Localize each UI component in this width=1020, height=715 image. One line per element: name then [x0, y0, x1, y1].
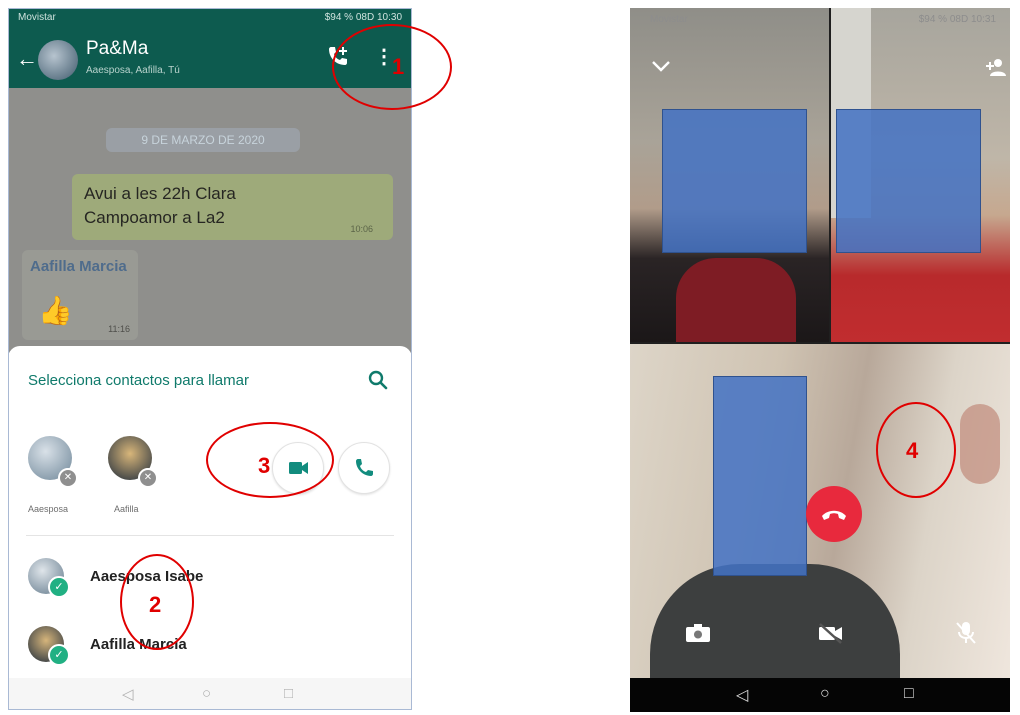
carrier-label: Movistar	[18, 12, 56, 23]
carrier-label: Movistar	[650, 14, 688, 25]
check-icon: ✓	[48, 576, 70, 598]
back-arrow-icon[interactable]: ←	[16, 46, 38, 72]
chat-messages: 9 DE MARZO DE 2020 Avui a les 22h Clara …	[8, 88, 412, 350]
nav-back-icon[interactable]: ◁	[122, 685, 134, 703]
face-redaction-box	[713, 376, 807, 576]
message-sender: Aafilla Marcia	[30, 258, 127, 275]
message-time: 11:16	[108, 324, 130, 334]
contact-list-item[interactable]: ✓ Aafilla Marcia	[8, 618, 412, 666]
shirt	[676, 258, 796, 342]
message-time: 10:06	[350, 224, 373, 234]
selected-contact-name: Aafilla	[114, 504, 139, 514]
annotation-number-3: 3	[258, 453, 271, 478]
status-bar: Movistar $94 % 08D 10:31	[630, 8, 1010, 28]
thumbs-up-icon: 👍	[38, 295, 73, 326]
check-icon: ✓	[48, 644, 70, 666]
switch-camera-icon[interactable]	[684, 622, 712, 644]
contact-list-item[interactable]: ✓ Aaesposa Isabe	[8, 550, 412, 598]
chevron-down-icon[interactable]	[650, 58, 672, 74]
face-redaction-box	[836, 109, 981, 253]
date-chip: 9 DE MARZO DE 2020	[106, 128, 300, 152]
message-line-2: Campoamor a La2	[84, 208, 225, 227]
sheet-title: Selecciona contactos para llamar	[28, 372, 249, 389]
nav-home-icon[interactable]: ○	[202, 685, 211, 702]
status-right: $94 % 08D 10:31	[918, 14, 996, 25]
annotation-number-1: 1	[392, 54, 405, 79]
face-redaction-box	[662, 109, 807, 253]
status-right: $94 % 08D 10:30	[324, 12, 402, 23]
outgoing-message[interactable]: Avui a les 22h Clara Campoamor a La2 10:…	[72, 174, 393, 240]
nav-recent-icon[interactable]: □	[284, 685, 293, 702]
whatsapp-chat-screen: Movistar $94 % 08D 10:30 ← Pa&Ma Aaespos…	[8, 8, 412, 710]
end-call-button[interactable]	[806, 486, 862, 542]
nav-home-icon[interactable]: ○	[820, 685, 830, 703]
navigation-bar: ◁ ○ □	[8, 678, 412, 710]
phone-icon	[356, 459, 373, 476]
chat-title[interactable]: Pa&Ma	[86, 38, 148, 60]
annotation-number-2: 2	[149, 592, 162, 617]
nav-recent-icon[interactable]: □	[904, 685, 914, 703]
group-avatar[interactable]	[38, 40, 78, 80]
search-icon[interactable]	[366, 368, 390, 392]
microphone-off-icon[interactable]	[954, 620, 978, 646]
status-bar: Movistar $94 % 08D 10:30	[8, 8, 412, 28]
video-call-screen: Movistar $94 % 08D 10:31 ◁ ○ □	[630, 8, 1010, 712]
call-contacts-sheet: Selecciona contactos para llamar ✕ Aaesp…	[8, 346, 412, 710]
selected-contact-name: Aaesposa	[28, 504, 69, 514]
annotation-number-4: 4	[906, 438, 919, 463]
bokeh-light	[960, 404, 1000, 484]
chat-participants: Aaesposa, Aafilla, Tú	[86, 65, 180, 76]
message-line-1: Avui a les 22h Clara	[84, 184, 236, 203]
navigation-bar: ◁ ○ □	[630, 678, 1010, 712]
hang-up-icon	[822, 510, 846, 520]
add-participant-icon[interactable]	[984, 56, 1008, 78]
nav-back-icon[interactable]: ◁	[736, 685, 748, 705]
video-off-icon[interactable]	[816, 622, 846, 644]
voice-call-button[interactable]	[338, 442, 390, 494]
remove-contact-icon[interactable]: ✕	[138, 468, 158, 488]
remove-contact-icon[interactable]: ✕	[58, 468, 78, 488]
divider	[26, 535, 394, 536]
jacket	[650, 564, 900, 678]
incoming-message[interactable]: Aafilla Marcia 👍 11:16	[22, 250, 138, 340]
